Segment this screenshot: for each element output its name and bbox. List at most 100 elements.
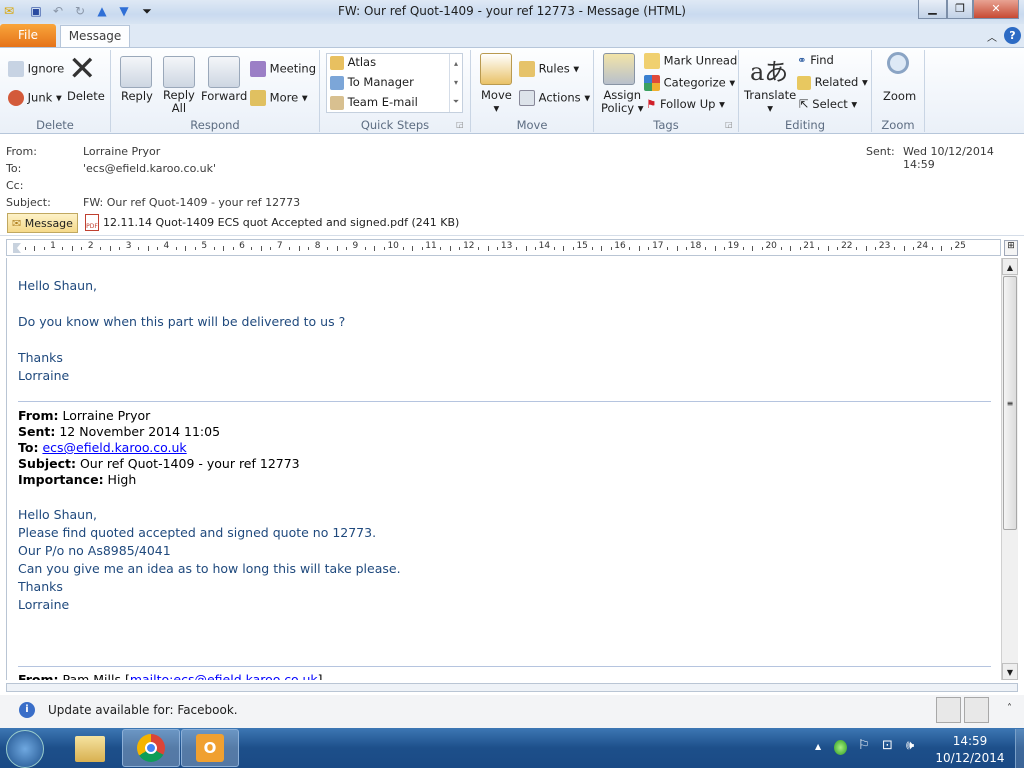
ignore-button[interactable]: Ignore [8, 61, 64, 77]
ruler-number: 10 [387, 241, 399, 251]
ruler-tick [421, 247, 423, 250]
body-line: Our P/o no As8985/4041 [18, 543, 171, 558]
tab-file[interactable]: File [0, 24, 56, 47]
mark-unread-button[interactable]: Mark Unread [644, 53, 737, 69]
ruler-tick [440, 247, 442, 250]
dialog-launcher-icon[interactable]: ◲ [725, 120, 733, 129]
move-button[interactable]: Move ▾ [481, 89, 512, 115]
ruler-tick [790, 246, 792, 251]
ruler-number: 22 [841, 241, 853, 251]
mailto-link[interactable]: mailto:ecs@efield.karoo.co.uk [130, 672, 318, 680]
action-center-flag-icon[interactable]: ⚐ [858, 738, 870, 753]
message-body[interactable]: Hello Shaun, Do you know when this part … [6, 258, 1000, 680]
translate-icon: aあ [750, 58, 789, 86]
from-label: From: [6, 145, 37, 158]
ruler-tick [705, 247, 707, 250]
rules-button[interactable]: Rules ▾ [519, 61, 579, 77]
sent-label: Sent: [866, 145, 895, 158]
ruler-number: 5 [201, 241, 208, 251]
quick-steps-scroll[interactable]: ▴ ▾ ⏷ [449, 54, 462, 112]
show-hidden-icons[interactable]: ▲ [815, 742, 821, 751]
body-line: Thanks [18, 350, 63, 365]
status-green-icon[interactable] [834, 740, 847, 755]
contact-photo-icon[interactable] [936, 697, 961, 723]
fwd-sent: Sent: 12 November 2014 11:05 [18, 424, 221, 439]
delete-button[interactable]: Delete [67, 89, 105, 103]
scroll-down-arrow[interactable]: ▼ [1002, 663, 1018, 680]
ruler-tick [950, 247, 952, 250]
flag-icon: ⚑ [646, 97, 657, 111]
tab-message[interactable]: Message [60, 25, 130, 48]
network-icon[interactable]: ⊡ [882, 738, 893, 753]
zoom-button[interactable]: Zoom [883, 89, 916, 103]
contact-photo-icon[interactable] [964, 697, 989, 723]
actions-button[interactable]: Actions ▾ [519, 90, 590, 106]
start-button[interactable] [6, 730, 44, 768]
ruler-tick [81, 247, 83, 250]
ruler-tick [459, 247, 461, 250]
info-icon: i [19, 702, 35, 718]
ruler-tick [912, 247, 914, 250]
rules-icon [519, 61, 535, 77]
quick-step-to-manager[interactable]: To Manager [330, 75, 414, 90]
ruler-number: 17 [652, 241, 664, 251]
junk-button[interactable]: Junk ▾ [8, 90, 62, 106]
find-button[interactable]: ⚭ Find [797, 53, 834, 67]
ruler-tick [232, 247, 234, 250]
meeting-button[interactable]: Meeting [250, 61, 316, 77]
ruler-tick [147, 246, 149, 251]
translate-button[interactable]: Translate ▾ [744, 89, 796, 115]
update-notice[interactable]: Update available for: Facebook. [48, 703, 238, 717]
related-button[interactable]: Related ▾ [797, 75, 868, 90]
volume-icon[interactable]: 🕪 [906, 738, 914, 753]
ruler-tick [156, 247, 158, 250]
ruler-tick [601, 246, 603, 251]
ruler-tick [185, 246, 187, 251]
ruler-number: 1 [50, 241, 56, 251]
zoom-icon [887, 52, 909, 74]
ruler-tick [686, 247, 688, 250]
group-zoom-label: Zoom [881, 118, 915, 132]
window-title: FW: Our ref Quot-1409 - your ref 12773 -… [338, 4, 686, 18]
ruler-tick [742, 247, 744, 250]
ruler-tick [497, 247, 499, 250]
explorer-taskbar-icon[interactable] [75, 736, 105, 762]
help-icon[interactable]: ? [1004, 27, 1021, 44]
horizontal-scrollbar[interactable] [6, 683, 1018, 692]
team-mail-icon [330, 95, 344, 110]
assign-policy-button[interactable]: Assign Policy ▾ [601, 89, 644, 115]
dialog-launcher-icon[interactable]: ◲ [456, 120, 464, 129]
view-ruler-icon[interactable]: ⊞ [1004, 240, 1018, 256]
collapse-ribbon-icon[interactable]: ︿ [987, 29, 997, 44]
minimize-button[interactable]: ▁ [918, 0, 947, 19]
show-desktop-button[interactable] [1015, 729, 1024, 768]
follow-up-button[interactable]: ⚑ Follow Up ▾ [646, 97, 725, 111]
ruler-tick [298, 246, 300, 251]
reply-button[interactable]: Reply [121, 89, 153, 103]
message-attachment-tab[interactable]: ✉ Message [7, 213, 78, 233]
subject-value: FW: Our ref Quot-1409 - your ref 12773 [83, 196, 301, 209]
ruler-tick [827, 246, 829, 251]
quick-step-atlas[interactable]: Atlas [330, 55, 376, 70]
maximize-button[interactable]: ❐ [947, 0, 973, 19]
close-button[interactable]: ✕ [973, 0, 1019, 19]
forward-button[interactable]: Forward [201, 89, 247, 103]
chrome-icon [137, 734, 165, 762]
vertical-scrollbar[interactable]: ▲ ≡ ▼ [1001, 258, 1018, 680]
to-value[interactable]: 'ecs@efield.karoo.co.uk' [83, 162, 216, 175]
select-button[interactable]: ⇱ Select ▾ [799, 97, 857, 111]
expand-people-pane-icon[interactable]: ˄ [1007, 703, 1012, 714]
scroll-thumb[interactable]: ≡ [1003, 276, 1017, 530]
ruler-tick [289, 247, 291, 250]
quick-step-team-email[interactable]: Team E-mail [330, 95, 418, 110]
more-button[interactable]: More ▾ [250, 90, 308, 106]
reply-all-button[interactable]: Reply All [163, 89, 195, 115]
clock[interactable]: 14:59 10/12/2014 [930, 733, 1010, 767]
categorize-button[interactable]: Categorize ▾ [644, 75, 735, 91]
ruler-tick [941, 246, 943, 251]
pdf-attachment[interactable]: 12.11.14 Quot-1409 ECS quot Accepted and… [103, 216, 459, 229]
forward-mail-icon [330, 75, 344, 90]
email-link[interactable]: ecs@efield.karoo.co.uk [42, 440, 186, 455]
scroll-up-arrow[interactable]: ▲ [1002, 258, 1018, 275]
from-value[interactable]: Lorraine Pryor [83, 145, 160, 158]
